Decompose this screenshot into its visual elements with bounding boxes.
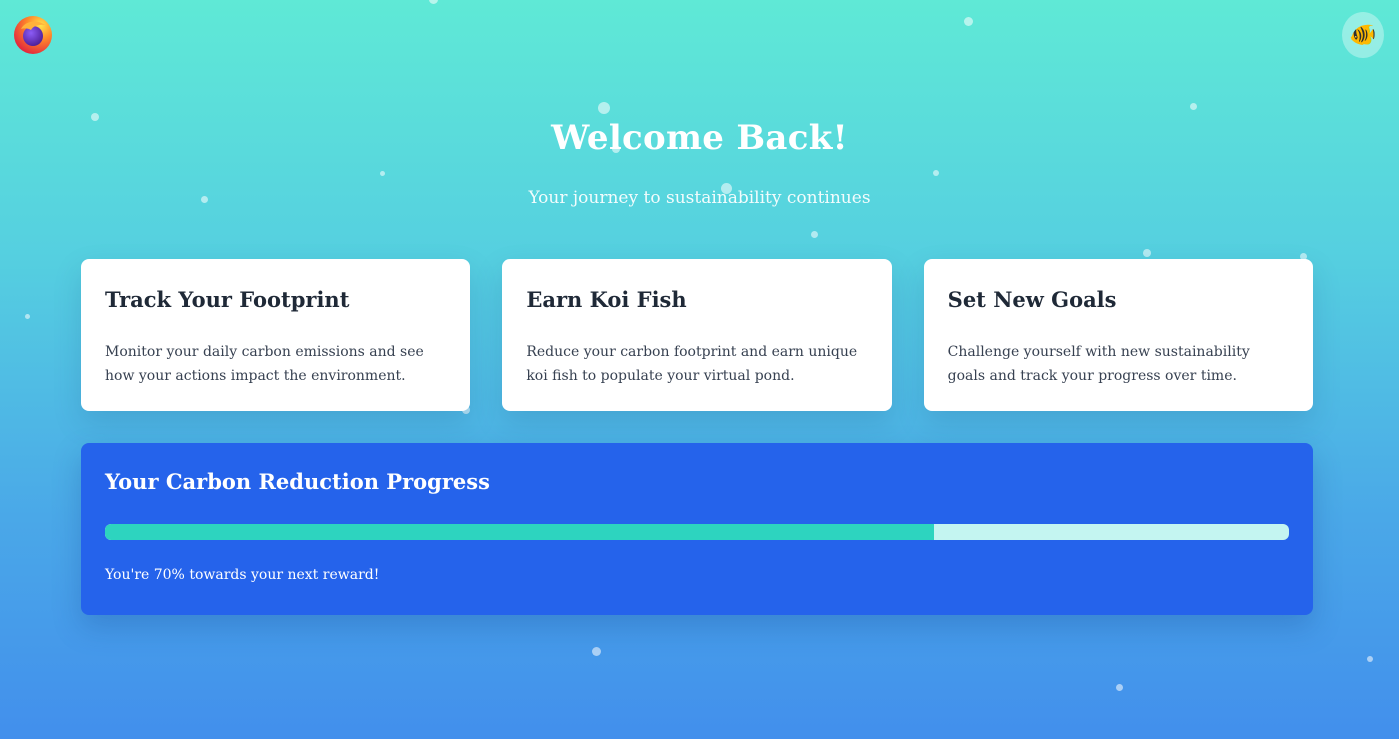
- bubble: [25, 314, 30, 319]
- card-title: Track Your Footprint: [105, 287, 350, 312]
- card-title: Set New Goals: [947, 287, 1117, 312]
- card-description: Challenge yourself with new sustainabili…: [947, 344, 1250, 384]
- bubble: [1190, 103, 1197, 110]
- progress-message: You're 70% towards your next reward!: [105, 567, 380, 583]
- bubble: [592, 647, 601, 656]
- feature-cards: Track Your Footprint Monitor your daily …: [81, 259, 1313, 411]
- bubble: [1116, 684, 1123, 691]
- progress-title: Your Carbon Reduction Progress: [105, 469, 490, 494]
- card-description: Monitor your daily carbon emissions and …: [105, 344, 424, 384]
- bubble: [811, 231, 818, 238]
- progress-bar-fill: [105, 524, 934, 540]
- hero-section: Welcome Back! Your journey to sustainabi…: [0, 118, 1399, 208]
- carbon-progress-panel: Your Carbon Reduction Progress You're 70…: [81, 443, 1313, 615]
- bubble: [1143, 249, 1151, 257]
- bubble: [429, 0, 438, 4]
- card-description: Reduce your carbon footprint and earn un…: [526, 344, 858, 384]
- bubble: [1367, 656, 1373, 662]
- card-set-new-goals[interactable]: Set New Goals Challenge yourself with ne…: [923, 259, 1313, 411]
- page-title: Welcome Back!: [551, 118, 848, 158]
- card-earn-koi-fish[interactable]: Earn Koi Fish Reduce your carbon footpri…: [502, 259, 892, 411]
- fish-avatar-icon[interactable]: 🐠: [1342, 12, 1384, 58]
- bubble: [964, 17, 973, 26]
- card-title: Earn Koi Fish: [526, 287, 687, 312]
- avatar-emoji: 🐠: [1349, 22, 1377, 48]
- bubble: [598, 102, 610, 114]
- page-subtitle: Your journey to sustainability continues: [528, 188, 871, 208]
- progress-bar-track: [105, 524, 1289, 540]
- card-track-footprint[interactable]: Track Your Footprint Monitor your daily …: [81, 259, 471, 411]
- firefox-logo-icon[interactable]: [13, 15, 53, 55]
